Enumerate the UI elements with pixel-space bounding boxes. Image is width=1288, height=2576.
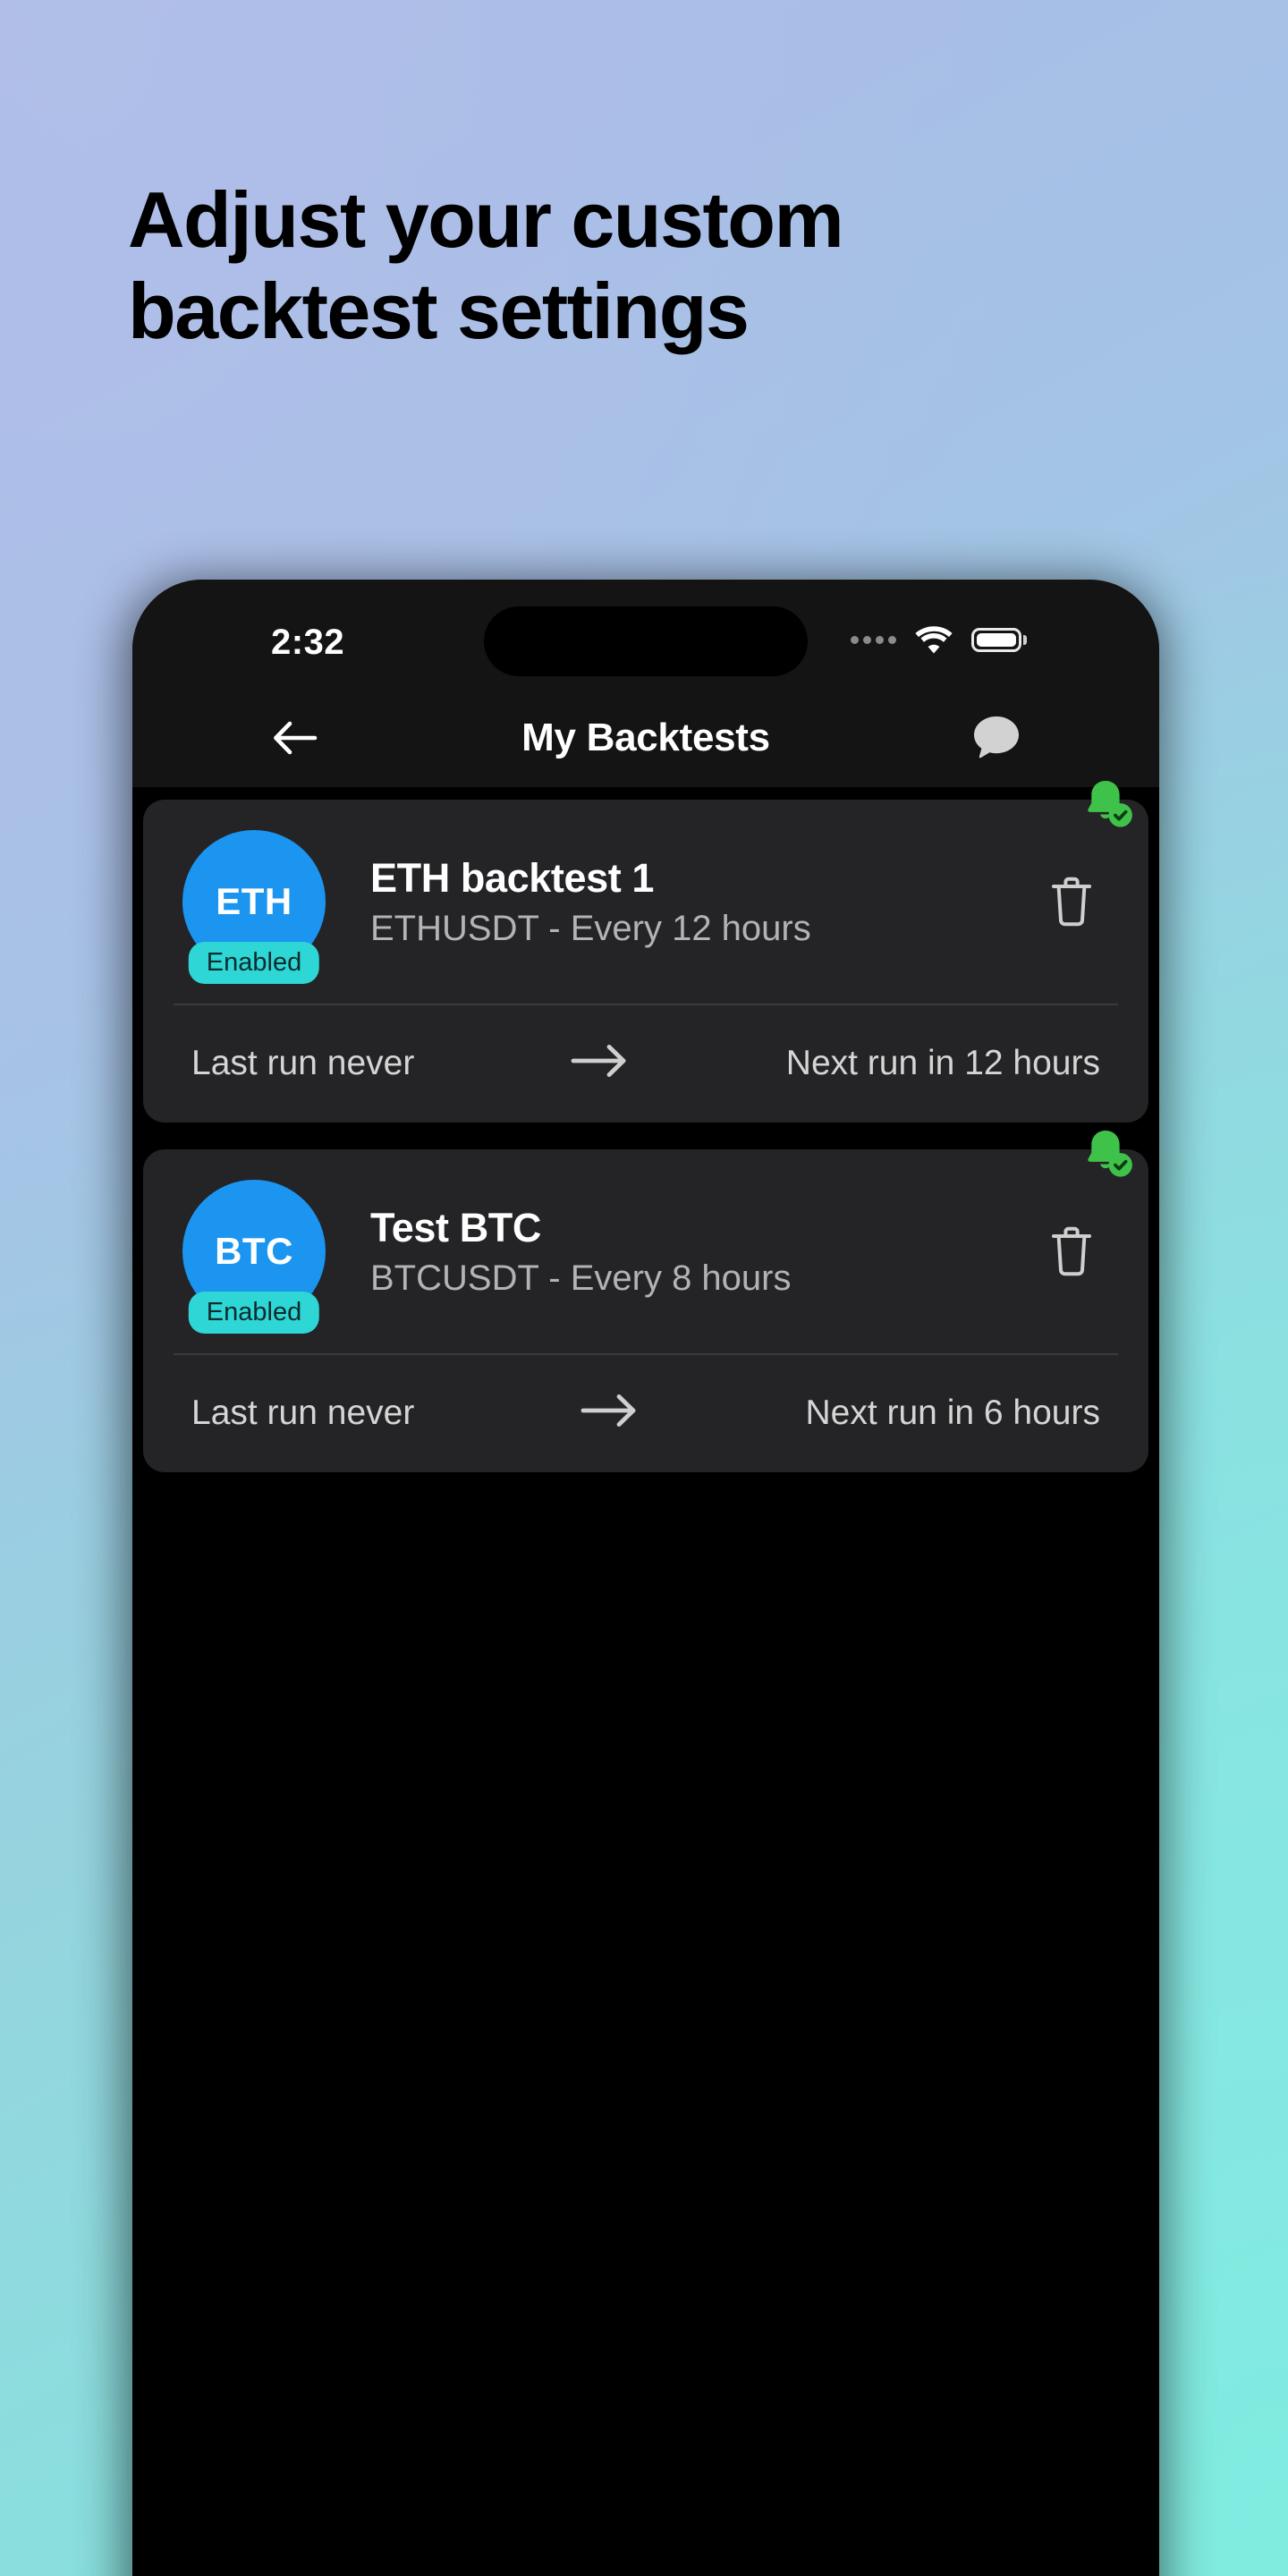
page-title: Adjust your custom backtest settings xyxy=(128,174,1183,357)
trash-icon xyxy=(1052,1226,1091,1276)
last-run-label: Last run never xyxy=(191,1393,415,1432)
run-flow-arrow xyxy=(552,1041,648,1085)
arrow-left-icon xyxy=(274,721,318,755)
backtest-pair-schedule: BTCUSDT - Every 8 hours xyxy=(370,1258,792,1298)
delete-button[interactable] xyxy=(1036,861,1107,942)
backtest-card-texts: ETH backtest 1 ETHUSDT - Every 12 hours xyxy=(326,855,1027,949)
chat-button[interactable] xyxy=(968,709,1025,767)
backtest-card[interactable]: ETH Enabled ETH backtest 1 ETHUSDT - Eve… xyxy=(143,781,1148,1123)
back-button[interactable] xyxy=(267,709,324,767)
dynamic-island xyxy=(484,606,808,676)
app-bar: My Backtests xyxy=(132,689,1159,787)
headline-line-1: Adjust your custom xyxy=(128,175,844,264)
battery-tip-icon xyxy=(1023,634,1027,645)
backtest-card-header: ETH Enabled ETH backtest 1 ETHUSDT - Eve… xyxy=(143,800,1148,1004)
avatar: BTC Enabled xyxy=(182,1180,326,1334)
backtest-card-texts: Test BTC BTCUSDT - Every 8 hours xyxy=(326,1205,1027,1299)
backtest-card-footer: Last run never Next run in 6 hours xyxy=(143,1355,1148,1472)
status-badge: Enabled xyxy=(188,942,320,984)
status-bar: 2:32 xyxy=(132,580,1159,689)
status-badge: Enabled xyxy=(188,1292,320,1334)
battery-full-icon xyxy=(971,627,1021,652)
backtest-card-header: BTC Enabled Test BTC BTCUSDT - Every 8 h… xyxy=(143,1149,1148,1353)
wifi-icon xyxy=(915,626,953,654)
delete-button[interactable] xyxy=(1036,1211,1107,1292)
backtests-screen: ETH Enabled ETH backtest 1 ETHUSDT - Eve… xyxy=(132,781,1159,2576)
backtest-card-footer: Last run never Next run in 12 hours xyxy=(143,1005,1148,1123)
arrow-right-icon xyxy=(580,1394,636,1427)
phone-mockup: 2:32 My Backtests ETH Enabled ETH backte… xyxy=(132,580,1159,2576)
last-run-label: Last run never xyxy=(191,1043,415,1082)
avatar: ETH Enabled xyxy=(182,830,326,984)
backtest-pair-schedule: ETHUSDT - Every 12 hours xyxy=(370,908,811,948)
run-flow-arrow xyxy=(562,1391,658,1435)
next-run-label: Next run in 6 hours xyxy=(805,1393,1100,1432)
backtest-card[interactable]: BTC Enabled Test BTC BTCUSDT - Every 8 h… xyxy=(143,1131,1148,1472)
next-run-label: Next run in 12 hours xyxy=(785,1043,1100,1082)
status-bar-icons xyxy=(851,624,1027,655)
chat-bubble-icon xyxy=(974,716,1019,758)
trash-icon xyxy=(1052,877,1091,927)
arrow-right-icon xyxy=(571,1045,626,1077)
cellular-dots-icon xyxy=(851,635,896,644)
backtest-name: Test BTC xyxy=(370,1204,541,1250)
backtest-name: ETH backtest 1 xyxy=(370,854,655,901)
status-bar-clock: 2:32 xyxy=(271,623,345,662)
headline-line-2: backtest settings xyxy=(128,267,750,356)
